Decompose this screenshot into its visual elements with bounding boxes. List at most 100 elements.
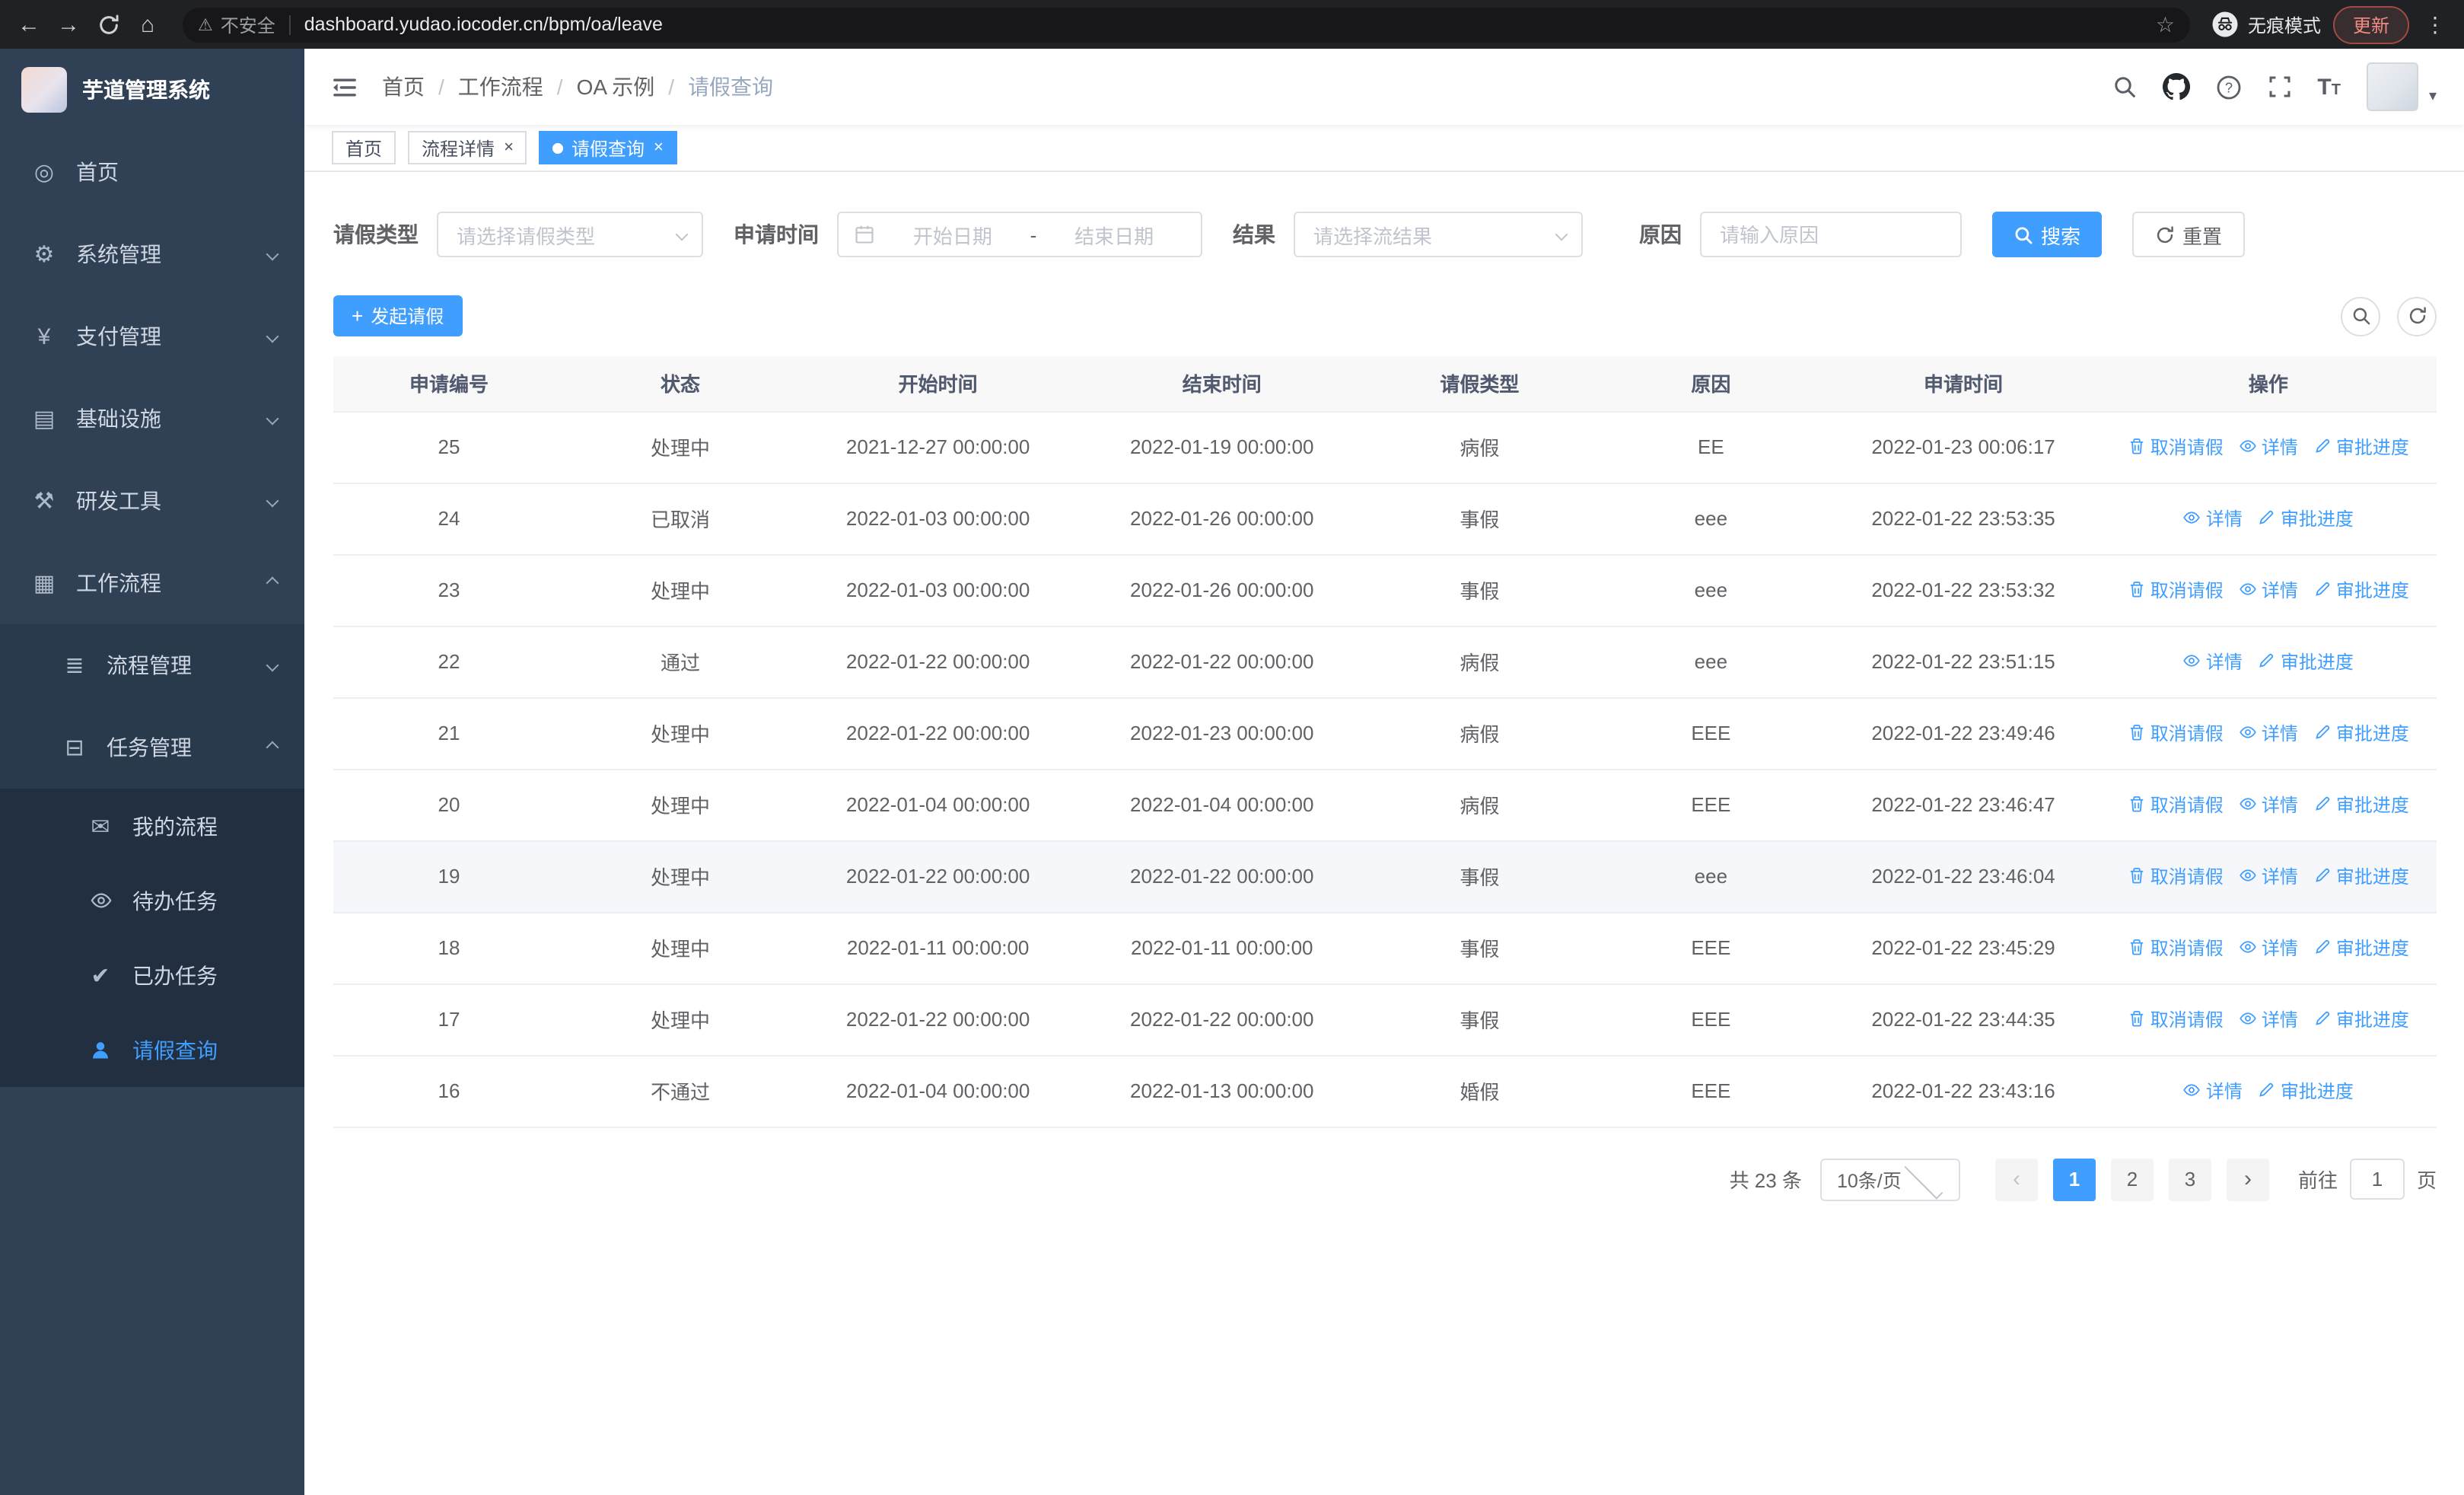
sidebar-item-my-process[interactable]: ✉ 我的流程 bbox=[0, 789, 304, 863]
action-progress-link[interactable]: 审批进度 bbox=[2313, 577, 2409, 603]
search-button[interactable]: 搜索 bbox=[1992, 212, 2103, 257]
sidebar-item-todo-tasks[interactable]: 待办任务 bbox=[0, 863, 304, 938]
font-size-icon[interactable]: TT bbox=[2317, 74, 2341, 100]
tab-home[interactable]: 首页 bbox=[332, 131, 396, 164]
action-detail-link[interactable]: 详情 bbox=[2239, 1006, 2298, 1032]
not-secure-label[interactable]: 不安全 bbox=[221, 11, 275, 37]
action-progress-link[interactable]: 审批进度 bbox=[2313, 935, 2409, 961]
goto-page-input[interactable] bbox=[2349, 1159, 2405, 1200]
app-logo[interactable]: 芋道管理系统 bbox=[0, 49, 304, 131]
action-progress-link[interactable]: 审批进度 bbox=[2313, 434, 2409, 460]
cell-actions: 取消请假 详情 审批进度 bbox=[2099, 840, 2437, 913]
delete-icon bbox=[2130, 725, 2144, 741]
breadcrumb-item[interactable]: OA 示例 bbox=[577, 72, 655, 102]
back-icon[interactable]: ← bbox=[15, 13, 43, 36]
toggle-search-icon[interactable] bbox=[2341, 296, 2380, 336]
action-progress-link[interactable]: 审批进度 bbox=[2258, 649, 2354, 674]
edit-icon bbox=[2316, 940, 2330, 955]
close-icon[interactable]: × bbox=[504, 139, 514, 157]
svg-text:?: ? bbox=[2224, 79, 2232, 95]
action-cancel-link[interactable]: 取消请假 bbox=[2128, 935, 2224, 961]
reset-button[interactable]: 重置 bbox=[2132, 212, 2246, 257]
sidebar-item-done-tasks[interactable]: ✔ 已办任务 bbox=[0, 938, 304, 1012]
action-progress-link[interactable]: 审批进度 bbox=[2258, 505, 2354, 531]
refresh-table-icon[interactable] bbox=[2397, 296, 2437, 336]
forward-icon[interactable]: → bbox=[55, 13, 82, 36]
action-detail-link[interactable]: 详情 bbox=[2183, 505, 2243, 531]
sidebar-item-home[interactable]: ◎ 首页 bbox=[0, 131, 304, 213]
breadcrumb-item[interactable]: 工作流程 bbox=[458, 72, 543, 102]
sidebar-item-leave-query[interactable]: 请假查询 bbox=[0, 1012, 304, 1087]
page-button-1[interactable]: 1 bbox=[2052, 1158, 2096, 1200]
url-bar[interactable]: ⚠ 不安全 dashboard.yudao.iocoder.cn/bpm/oa/… bbox=[183, 7, 2190, 42]
cell-id: 17 bbox=[333, 983, 565, 1056]
sidebar-item-workflow[interactable]: ▦ 工作流程 bbox=[0, 542, 304, 624]
sidebar-item-infrastructure[interactable]: ▤ 基础设施 bbox=[0, 378, 304, 460]
cell-actions: 详情 审批进度 bbox=[2099, 483, 2437, 555]
url-text[interactable]: dashboard.yudao.iocoder.cn/bpm/oa/leave bbox=[304, 14, 663, 35]
sidebar: 芋道管理系统 ◎ 首页 ⚙ 系统管理 ¥ 支付管理 ▤ 基础设施 ⚒ 研发工具 … bbox=[0, 49, 304, 1495]
apply-time-range-picker[interactable]: 开始日期 - 结束日期 bbox=[837, 212, 1202, 257]
prev-page-button[interactable]: ‹ bbox=[1994, 1158, 2038, 1200]
action-progress-link[interactable]: 审批进度 bbox=[2313, 1006, 2409, 1032]
tab-process-detail[interactable]: 流程详情 × bbox=[408, 131, 527, 164]
start-date-placeholder[interactable]: 开始日期 bbox=[881, 220, 1024, 249]
breadcrumb-item[interactable]: 首页 bbox=[382, 72, 425, 102]
sidebar-item-payment[interactable]: ¥ 支付管理 bbox=[0, 295, 304, 378]
github-icon[interactable] bbox=[2162, 73, 2190, 100]
payment-icon: ¥ bbox=[37, 324, 51, 349]
action-detail-link[interactable]: 详情 bbox=[2239, 863, 2298, 889]
cell-status: 处理中 bbox=[565, 411, 797, 483]
page-button-3[interactable]: 3 bbox=[2168, 1158, 2211, 1200]
action-detail-link[interactable]: 详情 bbox=[2239, 577, 2298, 603]
browser-home-icon[interactable]: ⌂ bbox=[134, 13, 161, 36]
action-detail-link[interactable]: 详情 bbox=[2183, 1078, 2243, 1104]
action-cancel-link[interactable]: 取消请假 bbox=[2128, 792, 2224, 818]
browser-update-button[interactable]: 更新 bbox=[2332, 5, 2409, 43]
tab-leave-query[interactable]: 请假查询 × bbox=[539, 131, 677, 164]
cell-type: 事假 bbox=[1364, 554, 1596, 626]
action-progress-link[interactable]: 审批进度 bbox=[2313, 863, 2409, 889]
action-cancel-link[interactable]: 取消请假 bbox=[2128, 434, 2224, 460]
action-progress-link[interactable]: 审批进度 bbox=[2258, 1078, 2354, 1104]
action-detail-link[interactable]: 详情 bbox=[2183, 649, 2243, 674]
reload-icon[interactable] bbox=[94, 13, 122, 36]
page-button-2[interactable]: 2 bbox=[2110, 1158, 2154, 1200]
sidebar-item-label: 已办任务 bbox=[132, 963, 218, 987]
avatar-caret-icon[interactable]: ▾ bbox=[2429, 88, 2437, 105]
page-size-select[interactable]: 10条/页 bbox=[1819, 1158, 1960, 1200]
cell-reason: EEE bbox=[1595, 912, 1827, 984]
action-cancel-link[interactable]: 取消请假 bbox=[2128, 863, 2224, 889]
next-page-button[interactable]: › bbox=[2226, 1158, 2269, 1200]
action-cancel-link[interactable]: 取消请假 bbox=[2128, 1006, 2224, 1032]
action-detail-link[interactable]: 详情 bbox=[2239, 434, 2298, 460]
help-icon[interactable]: ? bbox=[2215, 74, 2241, 100]
sidebar-item-label: 请假查询 bbox=[132, 1038, 218, 1062]
close-icon[interactable]: × bbox=[654, 139, 664, 157]
sidebar-item-label: 基础设施 bbox=[76, 406, 161, 431]
action-detail-link[interactable]: 详情 bbox=[2239, 792, 2298, 818]
sidebar-item-task-mgmt[interactable]: ⊟ 任务管理 bbox=[0, 706, 304, 789]
result-select[interactable]: 请选择流结果 bbox=[1294, 212, 1583, 257]
sidebar-toggle-icon[interactable] bbox=[332, 74, 358, 100]
action-progress-link[interactable]: 审批进度 bbox=[2313, 792, 2409, 818]
edit-icon bbox=[2316, 582, 2330, 597]
reason-input[interactable] bbox=[1700, 212, 1962, 257]
cell-type: 病假 bbox=[1364, 697, 1596, 770]
sidebar-item-system[interactable]: ⚙ 系统管理 bbox=[0, 213, 304, 295]
create-leave-button[interactable]: + 发起请假 bbox=[333, 295, 463, 336]
fullscreen-icon[interactable] bbox=[2267, 75, 2291, 99]
action-cancel-link[interactable]: 取消请假 bbox=[2128, 720, 2224, 746]
sidebar-item-process-mgmt[interactable]: ≣ 流程管理 bbox=[0, 624, 304, 706]
bookmark-star-icon[interactable]: ☆ bbox=[2156, 11, 2175, 37]
action-cancel-link[interactable]: 取消请假 bbox=[2128, 577, 2224, 603]
action-progress-link[interactable]: 审批进度 bbox=[2313, 720, 2409, 746]
action-detail-link[interactable]: 详情 bbox=[2239, 720, 2298, 746]
action-detail-link[interactable]: 详情 bbox=[2239, 935, 2298, 961]
avatar[interactable] bbox=[2366, 62, 2418, 111]
leave-type-select[interactable]: 请选择请假类型 bbox=[437, 212, 703, 257]
search-icon[interactable] bbox=[2112, 75, 2136, 99]
sidebar-item-devtools[interactable]: ⚒ 研发工具 bbox=[0, 460, 304, 542]
browser-menu-icon[interactable]: ⋮ bbox=[2421, 14, 2449, 35]
end-date-placeholder[interactable]: 结束日期 bbox=[1043, 220, 1186, 249]
